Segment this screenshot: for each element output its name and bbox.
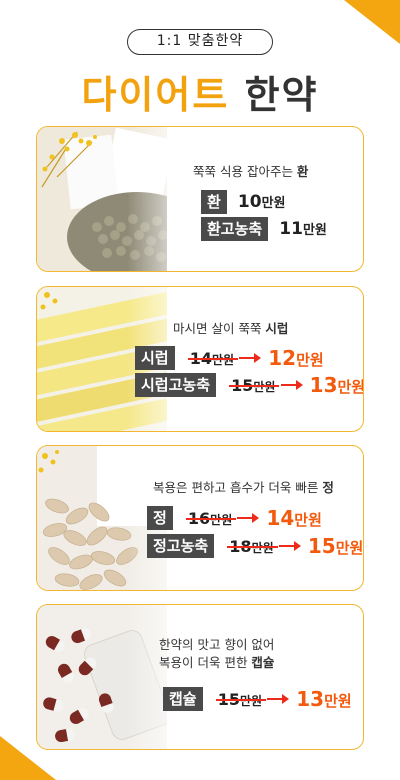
arrow-right-icon [267,694,290,704]
price: 10만원 [237,192,286,212]
product-tag: 환 [201,190,227,214]
product-tag: 정 [147,506,173,530]
price-row: 시럽고농축 15만원 13만원 [135,373,364,397]
arrow-right-icon [237,513,260,523]
product-description: 한약의 맛고 향이 없어 복용이 더욱 편한 캡슐 [159,637,275,670]
product-description: 복용은 편하고 흡수가 더욱 빠른 정 [153,480,334,495]
price-row: 환 10만원 [201,190,286,214]
product-description: 쭉쭉 식용 잡아주는 환 [193,164,309,179]
product-tag: 시럽 [135,346,175,370]
product-card-capsule: 한약의 맛고 향이 없어 복용이 더욱 편한 캡슐 캡슐 15만원 13만원 [36,604,364,750]
original-price: 14만원 [187,348,239,368]
product-description: 마시면 살이 쭉쭉 시럽 [173,321,289,336]
original-price: 15만원 [215,689,267,709]
corner-decoration-top-right [344,0,400,44]
price: 11만원 [279,219,327,239]
original-price: 15만원 [229,375,280,395]
product-tag: 시럽고농축 [135,373,217,397]
product-card-tablet: 복용은 편하고 흡수가 더욱 빠른 정 정 16만원 14만원 정고농축 18만… [36,445,364,591]
price-row: 환고농축 11만원 [201,217,327,241]
arrow-right-icon [278,541,301,551]
sale-price: 15만원 [307,534,364,558]
sale-price: 13만원 [309,373,364,397]
product-card-pill: 쭉쭉 식용 잡아주는 환 환 10만원 환고농축 11만원 [36,126,364,272]
category-pill: 1:1 맞춤한약 [127,29,273,55]
page-title: 다이어트 한약 [0,64,400,119]
title-accent: 다이어트 [81,73,230,117]
sale-price: 13만원 [296,687,352,711]
price-row: 캡슐 15만원 13만원 [163,687,352,711]
price-row: 시럽 14만원 12만원 [135,346,324,370]
product-tag: 캡슐 [163,687,203,711]
original-price: 18만원 [227,536,279,556]
title-main: 한약 [244,73,319,117]
sale-price: 14만원 [266,506,322,530]
original-price: 16만원 [185,508,237,528]
product-tag: 정고농축 [147,534,215,558]
product-card-syrup: 마시면 살이 쭉쭉 시럽 시럽 14만원 12만원 시럽고농축 15만원 13만… [36,286,364,432]
arrow-right-icon [280,380,303,390]
arrow-right-icon [239,353,262,363]
sale-price: 12만원 [268,346,324,370]
price-row: 정 16만원 14만원 [147,506,322,530]
product-tag: 환고농축 [201,217,269,241]
price-row: 정고농축 18만원 15만원 [147,534,363,558]
